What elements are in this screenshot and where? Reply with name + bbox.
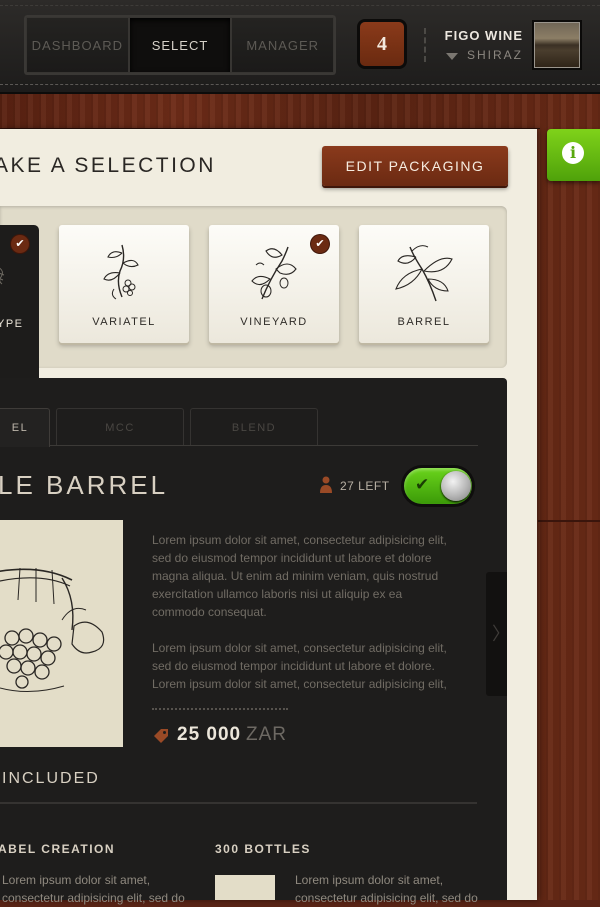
- top-bar: DASHBOARD SELECT MANAGER 4 FIGO WINE SHI…: [0, 0, 600, 94]
- chevron-down-icon[interactable]: [446, 53, 458, 60]
- card-barrel[interactable]: BARREL: [359, 225, 489, 343]
- card-label: BARREL: [397, 316, 451, 328]
- included-item-text: Lorem ipsum dolor sit amet, consectetur …: [2, 873, 185, 905]
- divider: [424, 28, 426, 62]
- wine-variety[interactable]: SHIRAZ: [467, 48, 523, 62]
- page-title: AKE A SELECTION: [0, 154, 216, 177]
- fig-branch-icon: [251, 246, 297, 300]
- check-icon: ✔: [415, 475, 430, 495]
- barrel-grapes-icon: [0, 567, 105, 693]
- price-value: 25 000: [177, 724, 242, 745]
- price-tag-icon: [154, 729, 168, 743]
- included-item-text: Lorem ipsum dolor sit amet, consectetur …: [295, 873, 478, 905]
- tab-barrel[interactable]: EL: [0, 408, 50, 447]
- leaf-branch-icon: [395, 245, 453, 302]
- chevron-right-icon[interactable]: 〉: [492, 620, 510, 646]
- product-title: LE BARREL: [0, 470, 169, 500]
- bottle-image: [215, 875, 275, 900]
- info-button[interactable]: i: [547, 129, 600, 181]
- card-label: VARIATEL: [92, 316, 156, 328]
- barrel-illustration: [0, 520, 123, 747]
- edit-packaging-button[interactable]: EDIT PACKAGING: [322, 146, 508, 186]
- wine-name: FIGO WINE: [444, 28, 523, 43]
- selected-check-icon: ✔: [11, 235, 29, 253]
- stock-left: 27 LEFT: [340, 479, 390, 493]
- grape-vine-icon: [103, 244, 139, 300]
- nav-tab-select[interactable]: SELECT: [128, 17, 232, 73]
- included-item-title: 300 BOTTLES: [215, 842, 311, 856]
- divider: [0, 802, 477, 804]
- wood-plank-edge: [538, 520, 600, 522]
- main-nav: DASHBOARD SELECT MANAGER: [24, 15, 336, 75]
- stitch-divider: [0, 5, 600, 6]
- toggle-knob[interactable]: [441, 471, 471, 501]
- nav-tab-manager[interactable]: MANAGER: [231, 17, 335, 73]
- stitch-divider: [0, 84, 600, 85]
- section-title-included: INCLUDED: [2, 770, 100, 787]
- product-description: Lorem ipsum dolor sit amet, consectetur …: [152, 533, 447, 619]
- price-currency: ZAR: [246, 724, 287, 745]
- count-badge[interactable]: 4: [360, 22, 404, 66]
- card-label: VINEYARD: [240, 316, 308, 328]
- card-label: YPE: [0, 318, 24, 330]
- included-item-title: ABEL CREATION: [0, 842, 116, 856]
- selected-check-icon: ✔: [311, 235, 329, 253]
- divider: [152, 708, 288, 710]
- info-icon: i: [562, 142, 584, 164]
- card-variatel[interactable]: VARIATEL: [59, 225, 189, 343]
- product-description-2: Lorem ipsum dolor sit amet, consectetur …: [152, 641, 447, 691]
- tab-mcc[interactable]: MCC: [56, 408, 184, 446]
- nav-tab-dashboard[interactable]: DASHBOARD: [26, 17, 129, 73]
- tab-underline: [0, 445, 478, 446]
- tab-blend[interactable]: BLEND: [190, 408, 318, 446]
- leaf-icon: [0, 267, 5, 285]
- availability-toggle[interactable]: ✔: [404, 468, 472, 504]
- person-icon: [320, 476, 332, 493]
- vineyard-thumbnail[interactable]: [534, 22, 580, 68]
